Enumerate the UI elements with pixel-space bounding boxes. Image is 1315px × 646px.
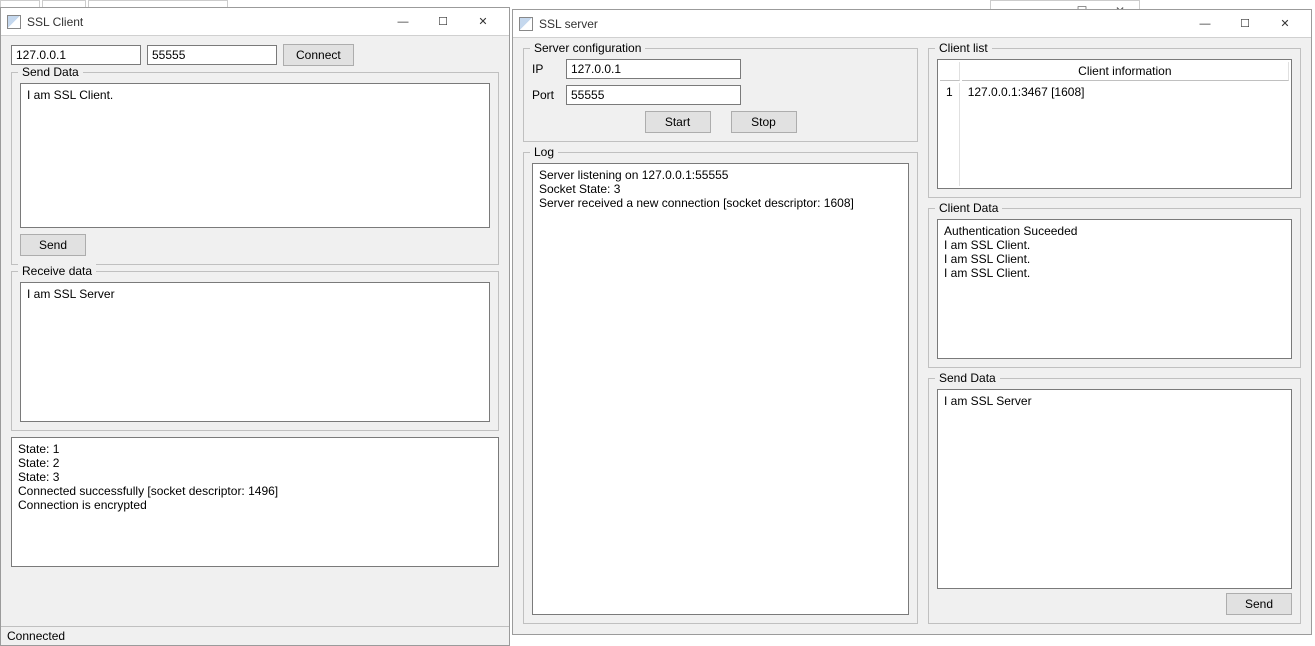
server-port-input[interactable]	[566, 85, 741, 105]
client-list-row-info: 127.0.0.1:3467 [1608]	[962, 83, 1289, 186]
client-receive-group: Receive data I am SSL Server	[11, 271, 499, 431]
server-send-legend: Send Data	[935, 371, 1000, 385]
client-send-textarea[interactable]: I am SSL Client.	[20, 83, 490, 228]
ssl-server-window: SSL server — ☐ ✕ Server configuration IP…	[512, 9, 1312, 635]
connect-button[interactable]: Connect	[283, 44, 354, 66]
start-button[interactable]: Start	[645, 111, 711, 133]
client-data-group: Client Data Authentication Suceeded I am…	[928, 208, 1301, 368]
server-log-group: Log Server listening on 127.0.0.1:55555 …	[523, 152, 918, 624]
host-input[interactable]	[11, 45, 141, 65]
port-input[interactable]	[147, 45, 277, 65]
client-receive-textarea[interactable]: I am SSL Server	[20, 282, 490, 422]
minimize-button[interactable]: —	[1185, 10, 1225, 38]
close-button[interactable]: ✕	[463, 8, 503, 36]
server-log-textarea[interactable]: Server listening on 127.0.0.1:55555 Sock…	[532, 163, 909, 615]
server-send-textarea[interactable]: I am SSL Server	[937, 389, 1292, 589]
client-list-row[interactable]: 1127.0.0.1:3467 [1608]	[940, 83, 1289, 186]
client-list-group: Client list Client information 1127.0.0.…	[928, 48, 1301, 198]
client-list-info-header: Client information	[962, 62, 1289, 81]
client-data-textarea[interactable]: Authentication Suceeded I am SSL Client.…	[937, 219, 1292, 359]
minimize-button[interactable]: —	[383, 8, 423, 36]
server-ip-input[interactable]	[566, 59, 741, 79]
client-list-row-index: 1	[940, 83, 960, 186]
maximize-button[interactable]: ☐	[423, 8, 463, 36]
maximize-button[interactable]: ☐	[1225, 10, 1265, 38]
server-titlebar[interactable]: SSL server — ☐ ✕	[513, 10, 1311, 38]
client-receive-legend: Receive data	[18, 264, 96, 278]
server-config-group: Server configuration IP Port Start Stop	[523, 48, 918, 142]
client-list-legend: Client list	[935, 41, 992, 55]
stop-button[interactable]: Stop	[731, 111, 797, 133]
server-window-title: SSL server	[539, 17, 1185, 31]
ssl-client-window: SSL Client — ☐ ✕ Connect Send Data I am …	[0, 7, 510, 646]
client-send-group: Send Data I am SSL Client. Send	[11, 72, 499, 265]
client-list-table[interactable]: Client information 1127.0.0.1:3467 [1608…	[937, 59, 1292, 189]
port-label: Port	[532, 88, 560, 102]
client-titlebar[interactable]: SSL Client — ☐ ✕	[1, 8, 509, 36]
client-send-button[interactable]: Send	[20, 234, 86, 256]
ip-label: IP	[532, 62, 560, 76]
client-status-bar: Connected	[1, 626, 509, 645]
client-list-idx-header	[940, 62, 960, 81]
server-send-button[interactable]: Send	[1226, 593, 1292, 615]
client-window-title: SSL Client	[27, 15, 383, 29]
app-icon	[7, 15, 21, 29]
client-log-textarea[interactable]: State: 1 State: 2 State: 3 Connected suc…	[11, 437, 499, 567]
app-icon	[519, 17, 533, 31]
client-data-legend: Client Data	[935, 201, 1002, 215]
client-send-legend: Send Data	[18, 65, 83, 79]
close-button[interactable]: ✕	[1265, 10, 1305, 38]
server-config-legend: Server configuration	[530, 41, 645, 55]
server-log-legend: Log	[530, 145, 558, 159]
server-send-group: Send Data I am SSL Server Send	[928, 378, 1301, 624]
